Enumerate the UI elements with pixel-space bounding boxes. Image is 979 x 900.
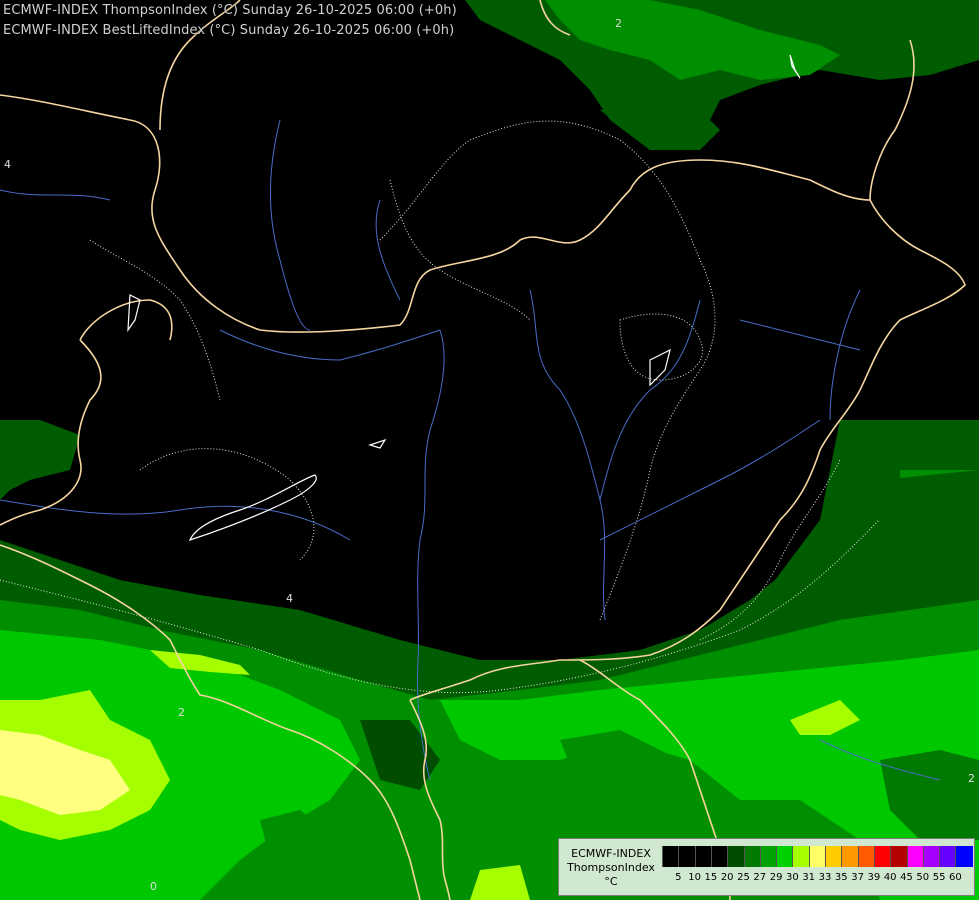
legend-label: 55 <box>932 872 946 883</box>
contour-label: 0 <box>150 880 157 893</box>
color-legend: ECMWF-INDEX ThompsonIndex °C 5 10 15 20 25 27… <box>558 838 975 896</box>
contour-label: 4 <box>4 158 11 171</box>
legend-label: 10 <box>688 872 701 883</box>
legend-label: 45 <box>900 872 913 883</box>
legend-label: 60 <box>949 872 962 883</box>
legend-swatch <box>873 846 892 867</box>
contour-label: 2 <box>178 706 185 719</box>
legend-swatch <box>841 846 859 867</box>
legend-swatch <box>808 846 826 867</box>
legend-swatch <box>939 846 957 867</box>
legend-swatch <box>776 846 794 867</box>
contour-label: 2 <box>968 772 975 785</box>
legend-title-line-1: ECMWF-INDEX <box>571 847 651 860</box>
legend-title: ECMWF-INDEX ThompsonIndex °C <box>563 847 659 889</box>
legend-swatch <box>955 846 973 867</box>
legend-swatch <box>922 846 941 867</box>
legend-title-line-2: ThompsonIndex <box>567 861 655 874</box>
legend-label: 25 <box>737 872 750 883</box>
legend-swatch <box>710 846 729 867</box>
legend-label: 5 <box>675 872 682 883</box>
legend-label: 50 <box>916 872 930 883</box>
legend-label: 15 <box>704 872 718 883</box>
legend-swatch <box>662 846 680 867</box>
legend-label: 40 <box>883 872 897 883</box>
legend-swatch <box>694 846 712 867</box>
legend-label: 29 <box>769 872 783 883</box>
legend-swatch <box>890 846 908 867</box>
legend-swatch <box>727 846 745 867</box>
legend-swatch <box>678 846 696 867</box>
legend-label: 30 <box>786 872 799 883</box>
legend-label: 31 <box>802 872 816 883</box>
contour-label: 4 <box>286 592 293 605</box>
legend-label: 20 <box>720 872 734 883</box>
contour-label: 2 <box>615 17 622 30</box>
legend-label: 35 <box>834 872 848 883</box>
map-title-line-2: ECMWF-INDEX BestLiftedIndex (°C) Sunday … <box>3 23 455 38</box>
map-title-line-1: ECMWF-INDEX ThompsonIndex (°C) Sunday 26… <box>3 3 457 18</box>
legend-unit: °C <box>604 875 618 888</box>
legend-swatch <box>743 846 761 867</box>
legend-label: 39 <box>867 872 881 883</box>
legend-label: 37 <box>851 872 864 883</box>
legend-swatch <box>906 846 924 867</box>
legend-swatch <box>825 846 843 867</box>
legend-swatch <box>857 846 875 867</box>
legend-swatch <box>792 846 810 867</box>
legend-label: 33 <box>818 872 832 883</box>
weather-map: 2 4 2 4 2 0 2 <box>0 0 979 900</box>
legend-swatch <box>759 846 778 867</box>
legend-label: 27 <box>753 872 767 883</box>
